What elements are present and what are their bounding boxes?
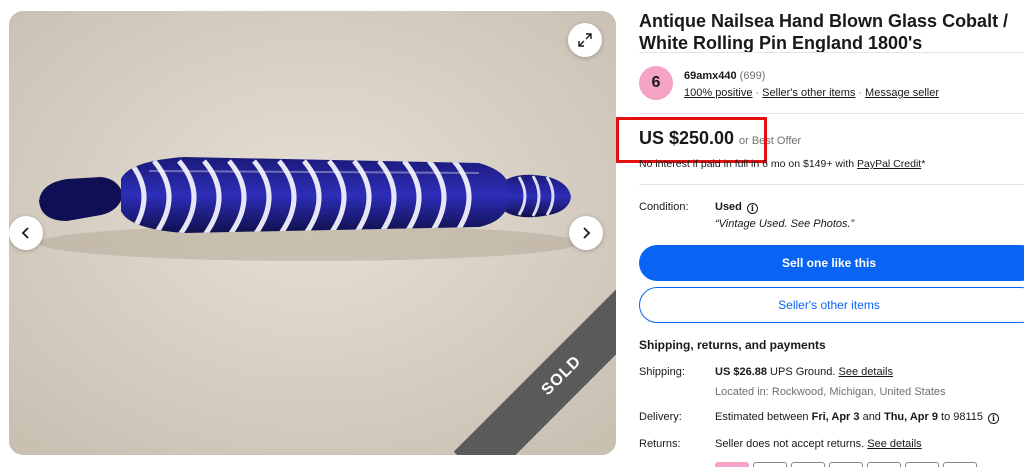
condition-text: Used xyxy=(715,201,742,213)
condition-value: Used i xyxy=(715,201,758,214)
delivery-and: and xyxy=(859,411,884,423)
seller-other-items-link[interactable]: Seller's other items xyxy=(762,87,855,99)
sold-badge: SOLD xyxy=(453,285,616,455)
condition-note: “Vintage Used. See Photos.” xyxy=(715,218,855,230)
shipping-label: Shipping: xyxy=(639,366,685,378)
shipping-details-link[interactable]: See details xyxy=(839,366,893,378)
divider xyxy=(639,184,1024,185)
payment-method-icon xyxy=(943,462,977,467)
sellers-other-items-button[interactable]: Seller's other items xyxy=(639,287,1024,323)
delivery-label: Delivery: xyxy=(639,411,682,423)
seller-positive-link[interactable]: 100% positive xyxy=(684,87,753,99)
delivery-value: Estimated between Fri, Apr 3 and Thu, Ap… xyxy=(715,411,1000,424)
delivery-end: Thu, Apr 9 xyxy=(883,411,938,423)
credit-suffix: * xyxy=(921,158,926,170)
seller-avatar[interactable]: 6 xyxy=(639,66,673,100)
next-image-button[interactable] xyxy=(569,216,603,250)
seller-name[interactable]: 69amx440 (699) xyxy=(684,70,765,82)
message-seller-link[interactable]: Message seller xyxy=(865,87,939,99)
product-image-gallery[interactable]: SOLD xyxy=(9,11,616,455)
seller-feedback-count: (699) xyxy=(739,70,766,82)
payment-methods-row xyxy=(715,462,977,467)
seller-links: 100% positive · Seller's other items · Messa… xyxy=(684,87,939,99)
listing-title: Antique Nailsea Hand Blown Glass Cobalt … xyxy=(639,11,1009,53)
payment-method-icon xyxy=(829,462,863,467)
returns-label: Returns: xyxy=(639,438,681,450)
expand-icon xyxy=(578,33,592,47)
paypal-credit-link[interactable]: PayPal Credit xyxy=(857,158,921,170)
shipping-value: US $26.88 UPS Ground. See details xyxy=(715,366,893,378)
sold-ribbon: SOLD xyxy=(446,285,616,455)
shipping-method: UPS Ground. xyxy=(766,366,839,378)
separator: · xyxy=(755,87,760,99)
payment-method-icon xyxy=(715,462,749,467)
delivery-prefix: Estimated between xyxy=(715,411,812,423)
returns-details-link[interactable]: See details xyxy=(867,438,921,450)
sell-one-like-this-button[interactable]: Sell one like this xyxy=(639,245,1024,281)
delivery-start: Fri, Apr 3 xyxy=(811,411,860,423)
previous-image-button[interactable] xyxy=(9,216,43,250)
shipping-section-heading: Shipping, returns, and payments xyxy=(639,338,826,352)
info-icon[interactable]: i xyxy=(746,202,758,214)
divider xyxy=(639,52,1024,53)
separator: · xyxy=(858,87,863,99)
payment-method-icon xyxy=(867,462,901,467)
payment-method-icon xyxy=(753,462,787,467)
divider xyxy=(639,113,1024,114)
shipping-cost: US $26.88 xyxy=(715,366,767,378)
listing-details: Antique Nailsea Hand Blown Glass Cobalt … xyxy=(616,0,1024,467)
payment-method-icon xyxy=(791,462,825,467)
seller-username[interactable]: 69amx440 xyxy=(684,70,737,82)
expand-image-button[interactable] xyxy=(568,23,602,57)
item-location: Located in: Rockwood, Michigan, United S… xyxy=(715,386,946,398)
payment-method-icon xyxy=(905,462,939,467)
delivery-zip: to 98115 xyxy=(937,411,984,423)
returns-value: Seller does not accept returns. See deta… xyxy=(715,438,922,450)
chevron-left-icon xyxy=(21,227,29,239)
price-highlight-box xyxy=(616,117,767,163)
chevron-right-icon xyxy=(583,227,591,239)
paypal-credit-line: No interest if paid in full in 6 mo on $… xyxy=(639,158,925,170)
info-icon[interactable]: i xyxy=(988,412,1000,424)
condition-label: Condition: xyxy=(639,201,689,213)
credit-text: No interest if paid in full in 6 mo on $… xyxy=(639,158,857,170)
returns-text: Seller does not accept returns. xyxy=(715,438,868,450)
